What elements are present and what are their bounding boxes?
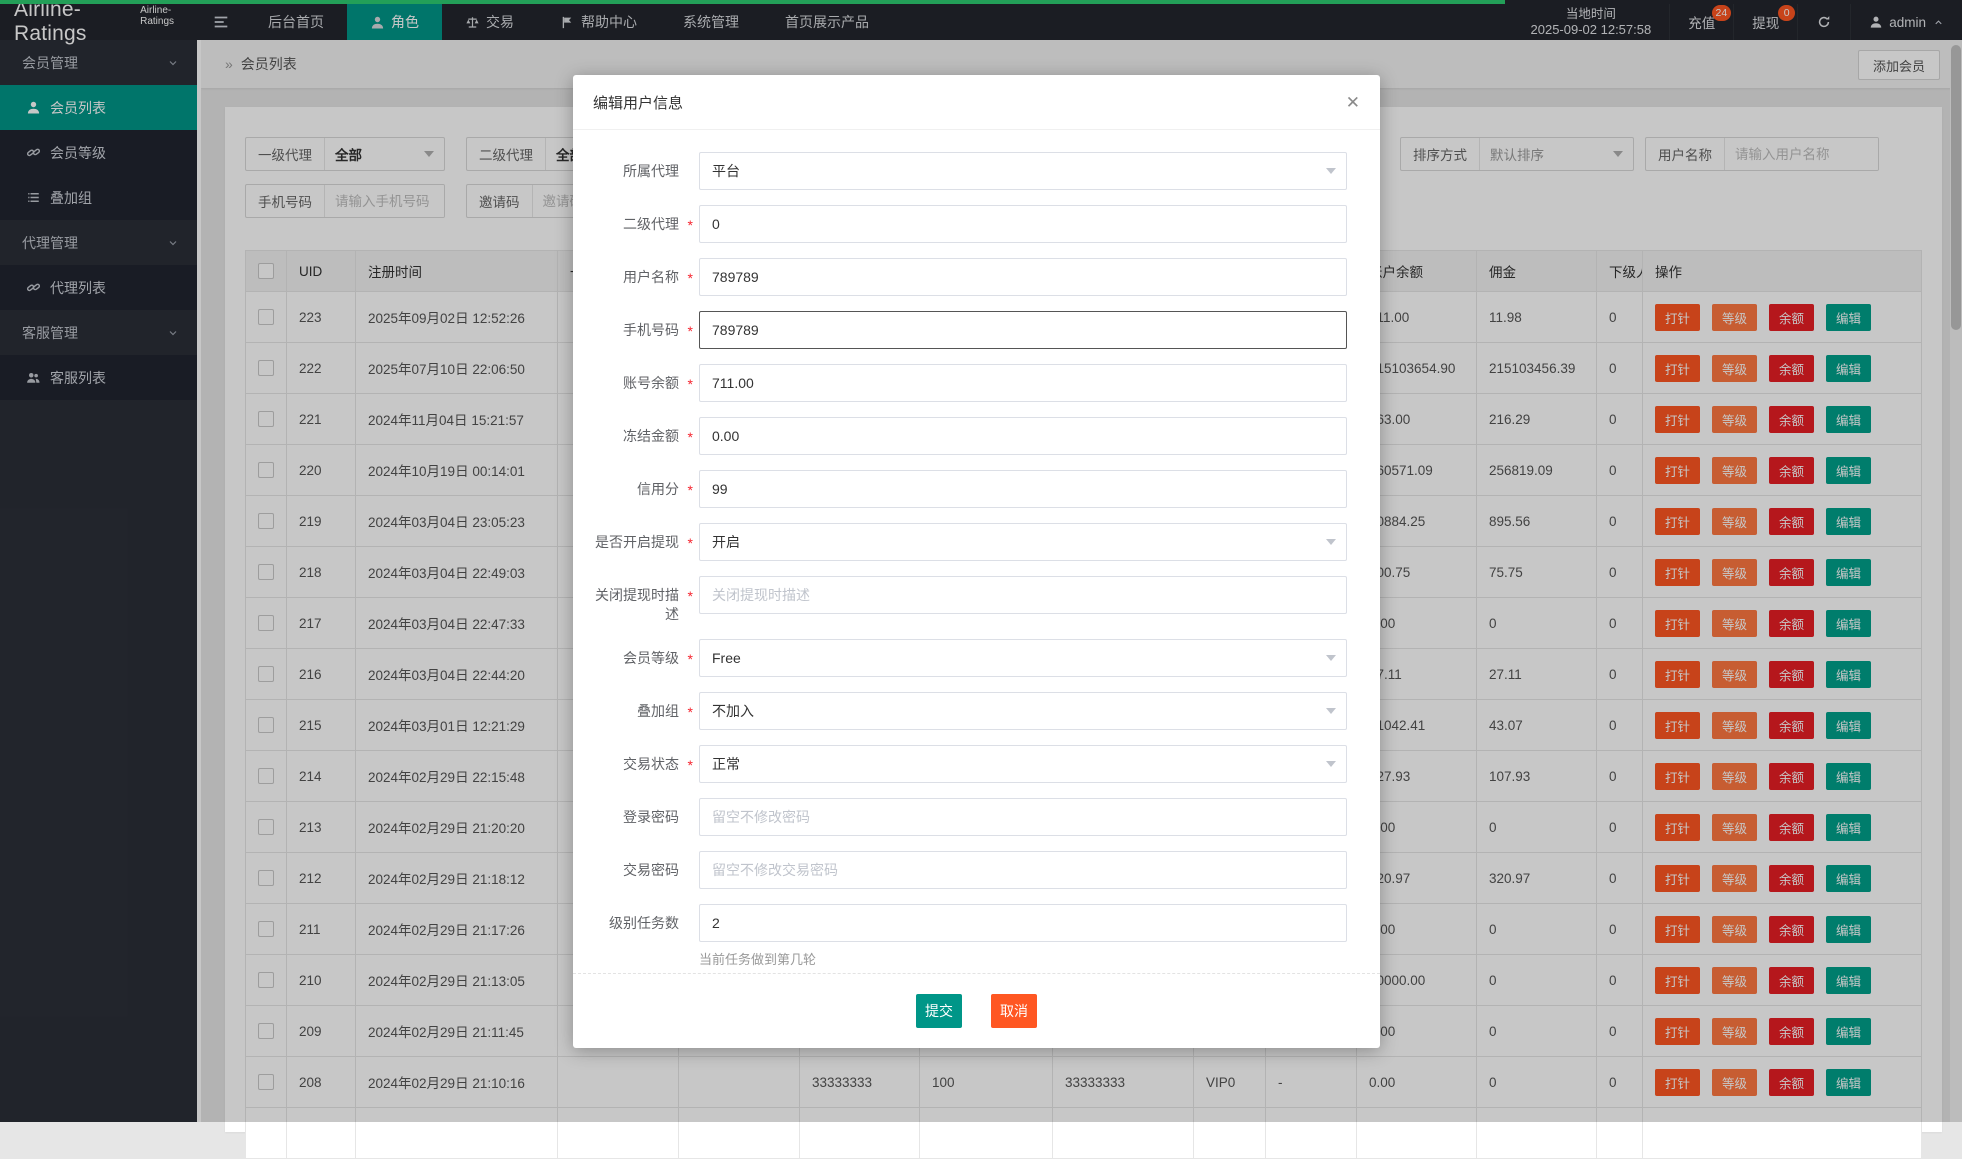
field-helper-text: 当前任务做到第几轮 [699, 949, 1347, 968]
form-input[interactable] [699, 205, 1347, 243]
form-row-8: 关闭提现时描述* [573, 576, 1380, 624]
cancel-button[interactable]: 取消 [991, 994, 1037, 1028]
field-label: 交易密码 [583, 851, 679, 880]
field-label: 用户名称* [583, 258, 679, 287]
form-row-10: 叠加组* 不加入 [573, 692, 1380, 730]
required-asterisk: * [688, 481, 693, 500]
form-select[interactable]: 平台 [699, 152, 1347, 190]
required-asterisk: * [688, 375, 693, 394]
form-input[interactable] [699, 851, 1347, 889]
form-row-14: 级别任务数当前任务做到第几轮 [573, 904, 1380, 968]
required-asterisk: * [688, 534, 693, 553]
field-label: 交易状态* [583, 745, 679, 774]
form-input[interactable] [699, 417, 1347, 455]
form-row-0: 所属代理平台 [573, 152, 1380, 190]
form-row-11: 交易状态* 正常 [573, 745, 1380, 783]
field-label: 是否开启提现* [583, 523, 679, 552]
form-input[interactable] [699, 576, 1347, 614]
form-select[interactable]: 不加入 [699, 692, 1347, 730]
form-row-1: 二级代理* [573, 205, 1380, 243]
field-label: 叠加组* [583, 692, 679, 721]
required-asterisk: * [688, 587, 693, 606]
form-row-12: 登录密码 [573, 798, 1380, 836]
field-label: 关闭提现时描述* [583, 576, 679, 624]
field-label: 所属代理 [583, 152, 679, 181]
edit-user-modal: 编辑用户信息 ✕ 所属代理平台二级代理*用户名称*手机号码*账号余额*冻结金额*… [573, 75, 1380, 1048]
caret-down-icon [1326, 655, 1336, 661]
required-asterisk: * [688, 216, 693, 235]
submit-button[interactable]: 提交 [916, 994, 962, 1028]
form-row-13: 交易密码 [573, 851, 1380, 889]
form-row-7: 是否开启提现* 开启 [573, 523, 1380, 561]
form-row-3: 手机号码* [573, 311, 1380, 349]
required-asterisk: * [688, 269, 693, 288]
form-select[interactable]: Free [699, 639, 1347, 677]
form-row-6: 信用分* [573, 470, 1380, 508]
form-select[interactable]: 开启 [699, 523, 1347, 561]
form-input[interactable] [699, 470, 1347, 508]
field-label: 二级代理* [583, 205, 679, 234]
caret-down-icon [1326, 539, 1336, 545]
field-label: 信用分* [583, 470, 679, 499]
form-input[interactable] [699, 311, 1347, 349]
form-input[interactable] [699, 364, 1347, 402]
form-input[interactable] [699, 904, 1347, 942]
field-label: 冻结金额* [583, 417, 679, 446]
field-label: 登录密码 [583, 798, 679, 827]
field-label: 账号余额* [583, 364, 679, 393]
form-row-2: 用户名称* [573, 258, 1380, 296]
required-asterisk: * [688, 650, 693, 669]
required-asterisk: * [688, 756, 693, 775]
form-input[interactable] [699, 798, 1347, 836]
form-row-4: 账号余额* [573, 364, 1380, 402]
form-input[interactable] [699, 258, 1347, 296]
modal-header: 编辑用户信息 ✕ [573, 75, 1380, 130]
caret-down-icon [1326, 761, 1336, 767]
modal-title: 编辑用户信息 [593, 92, 683, 113]
caret-down-icon [1326, 708, 1336, 714]
required-asterisk: * [688, 322, 693, 341]
caret-down-icon [1326, 168, 1336, 174]
modal-footer: 提交 取消 [573, 973, 1380, 1048]
form-select[interactable]: 正常 [699, 745, 1347, 783]
form-row-9: 会员等级* Free [573, 639, 1380, 677]
close-icon[interactable]: ✕ [1346, 94, 1360, 111]
required-asterisk: * [688, 703, 693, 722]
required-asterisk: * [688, 428, 693, 447]
modal-form: 所属代理平台二级代理*用户名称*手机号码*账号余额*冻结金额*信用分*是否开启提… [573, 130, 1380, 968]
field-label: 级别任务数 [583, 904, 679, 933]
field-label: 手机号码* [583, 311, 679, 340]
form-row-5: 冻结金额* [573, 417, 1380, 455]
field-label: 会员等级* [583, 639, 679, 668]
